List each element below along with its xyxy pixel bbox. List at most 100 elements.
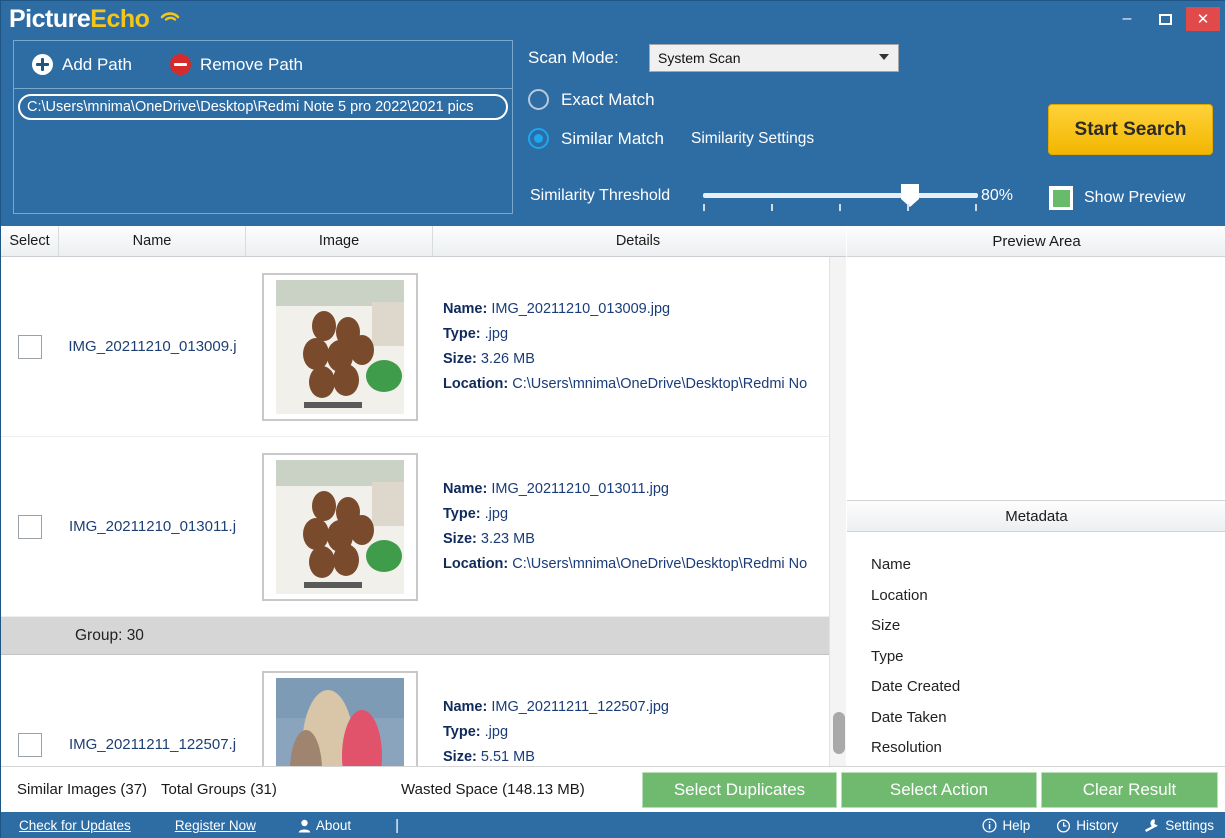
show-preview-checkbox[interactable]: Show Preview bbox=[1049, 186, 1185, 210]
row-select-cell bbox=[1, 732, 59, 757]
results-table: Select Name Image Details IMG_20211210_0… bbox=[1, 226, 846, 766]
similarity-settings-link[interactable]: Similarity Settings bbox=[691, 130, 814, 148]
footer-right-group: Help History Settings bbox=[982, 818, 1214, 833]
table-row[interactable]: IMG_20211211_122507.j Name: IMG_20211211_… bbox=[1, 655, 829, 766]
scan-mode-label: Scan Mode: bbox=[528, 48, 619, 67]
minus-circle-icon bbox=[169, 54, 191, 75]
path-panel: Add Path Remove Path C:\Users\mnima\OneD… bbox=[13, 40, 513, 214]
check-for-updates-link[interactable]: Check for Updates bbox=[19, 818, 131, 833]
detail-location: C:\Users\mnima\OneDrive\Desktop\Redmi No bbox=[512, 555, 808, 572]
maximize-icon bbox=[1158, 13, 1172, 25]
path-list-item[interactable]: C:\Users\mnima\OneDrive\Desktop\Redmi No… bbox=[18, 94, 508, 120]
group-label: Group: 30 bbox=[75, 626, 144, 644]
slider-thumb[interactable] bbox=[901, 184, 919, 207]
metadata-field: Resolution bbox=[871, 739, 942, 756]
radio-similar-match[interactable]: Similar Match bbox=[528, 128, 664, 149]
settings-label: Settings bbox=[1165, 818, 1214, 833]
plus-circle-icon bbox=[32, 54, 53, 75]
row-name: IMG_20211210_013011.j bbox=[68, 518, 237, 535]
close-button[interactable]: ✕ bbox=[1186, 7, 1220, 31]
metadata-list: Name Location Size Type Date Created Date Tak… bbox=[847, 532, 1225, 764]
detail-size: 3.26 MB bbox=[480, 350, 535, 367]
row-checkbox[interactable] bbox=[18, 514, 42, 539]
logo-text-secondary: Echo bbox=[90, 5, 150, 33]
scan-mode-select[interactable]: System Scan bbox=[649, 44, 899, 72]
settings-link[interactable]: Settings bbox=[1144, 818, 1214, 833]
scrollbar-thumb[interactable] bbox=[833, 712, 845, 754]
detail-type: .jpg bbox=[484, 505, 509, 522]
detail-name: IMG_20211210_013011.jpg bbox=[491, 480, 669, 497]
clear-result-button[interactable]: Clear Result bbox=[1041, 772, 1218, 808]
wasted-space-value: Wasted Space (148.13 MB) bbox=[401, 781, 585, 798]
detail-name: IMG_20211211_122507.jpg bbox=[491, 698, 669, 715]
detail-type: .jpg bbox=[484, 723, 509, 740]
maximize-button[interactable] bbox=[1148, 7, 1182, 31]
close-icon: ✕ bbox=[1196, 11, 1210, 28]
row-image-cell[interactable] bbox=[246, 452, 433, 601]
column-header-image[interactable]: Image bbox=[246, 226, 433, 256]
column-header-select[interactable]: Select bbox=[1, 226, 59, 256]
metadata-field: Type bbox=[871, 647, 904, 665]
row-details: Name: IMG_20211211_122507.jpg Type: .jpg S… bbox=[443, 698, 669, 765]
history-label: History bbox=[1076, 818, 1119, 833]
results-header: Select Name Image Details bbox=[1, 226, 846, 257]
column-header-name[interactable]: Name bbox=[59, 226, 246, 256]
about-label: About bbox=[315, 818, 352, 833]
help-link[interactable]: Help bbox=[982, 818, 1030, 833]
row-checkbox[interactable] bbox=[18, 732, 42, 757]
exact-match-label: Exact Match bbox=[561, 89, 655, 109]
preview-panel: Preview Area Metadata Name Location Size Ty… bbox=[847, 226, 1225, 766]
minimize-button[interactable]: – bbox=[1110, 7, 1144, 31]
select-action-button[interactable]: Select Action bbox=[841, 772, 1037, 808]
start-search-label: Start Search bbox=[1074, 118, 1187, 140]
select-duplicates-button[interactable]: Select Duplicates bbox=[642, 772, 837, 808]
clock-icon bbox=[1057, 819, 1071, 833]
detail-name: IMG_20211210_013009.jpg bbox=[491, 300, 671, 317]
main-content: Select Name Image Details IMG_20211210_0… bbox=[1, 226, 1225, 766]
similarity-threshold-slider[interactable] bbox=[703, 184, 978, 211]
thumbnail[interactable] bbox=[261, 452, 418, 601]
add-path-label: Add Path bbox=[62, 54, 132, 74]
add-path-button[interactable]: Add Path bbox=[32, 54, 132, 75]
radio-icon-exact bbox=[528, 89, 549, 110]
about-link[interactable]: About bbox=[298, 818, 351, 833]
radio-icon-similar bbox=[528, 128, 549, 149]
detail-size: 3.23 MB bbox=[480, 530, 535, 547]
row-details: Name: IMG_20211210_013011.jpg Type: .jpg S… bbox=[443, 480, 808, 572]
start-search-button[interactable]: Start Search bbox=[1048, 104, 1213, 155]
info-icon bbox=[982, 818, 997, 833]
row-image-cell[interactable] bbox=[246, 670, 433, 766]
footer-divider: | bbox=[395, 817, 400, 834]
metadata-field: Date Created bbox=[871, 678, 961, 695]
slider-track bbox=[703, 193, 978, 198]
path-value: C:\Users\mnima\OneDrive\Desktop\Redmi No… bbox=[27, 99, 474, 115]
register-now-link[interactable]: Register Now bbox=[175, 818, 256, 833]
checkbox-icon bbox=[1049, 186, 1073, 210]
row-name: IMG_20211211_122507.j bbox=[68, 736, 237, 753]
help-label: Help bbox=[1002, 818, 1031, 833]
row-image-cell[interactable] bbox=[246, 272, 433, 421]
picture-echo-window: PictureEcho – ✕ Add Path Remove Path C:\… bbox=[0, 0, 1225, 838]
row-checkbox[interactable] bbox=[18, 334, 42, 359]
radio-exact-match[interactable]: Exact Match bbox=[528, 89, 655, 110]
detail-size: 5.51 MB bbox=[480, 748, 535, 765]
scan-mode-value: System Scan bbox=[658, 50, 741, 66]
footer-bar: Check for Updates Register Now About | H… bbox=[1, 812, 1225, 838]
row-name: IMG_20211210_013009.j bbox=[68, 338, 237, 355]
thumbnail[interactable] bbox=[261, 272, 418, 421]
table-row[interactable]: IMG_20211210_013009.j Name: IMG_20211210_… bbox=[1, 257, 829, 437]
clear-result-label: Clear Result bbox=[1082, 780, 1177, 799]
status-bar: Similar Images (37) Total Groups (31) Wa… bbox=[1, 766, 1225, 812]
metadata-field: Location bbox=[871, 586, 928, 604]
remove-path-button[interactable]: Remove Path bbox=[169, 54, 303, 75]
history-link[interactable]: History bbox=[1056, 818, 1118, 833]
show-preview-label: Show Preview bbox=[1084, 189, 1186, 206]
person-icon bbox=[298, 819, 311, 832]
table-row[interactable]: IMG_20211210_013011.j Name: IMG_20211210_… bbox=[1, 437, 829, 617]
window-controls: – ✕ bbox=[1110, 7, 1220, 31]
column-header-details[interactable]: Details bbox=[433, 226, 843, 256]
minimize-icon: – bbox=[1122, 10, 1132, 27]
results-scrollbar[interactable] bbox=[829, 257, 846, 766]
similarity-threshold-label: Similarity Threshold bbox=[530, 187, 671, 204]
thumbnail[interactable] bbox=[261, 670, 418, 766]
